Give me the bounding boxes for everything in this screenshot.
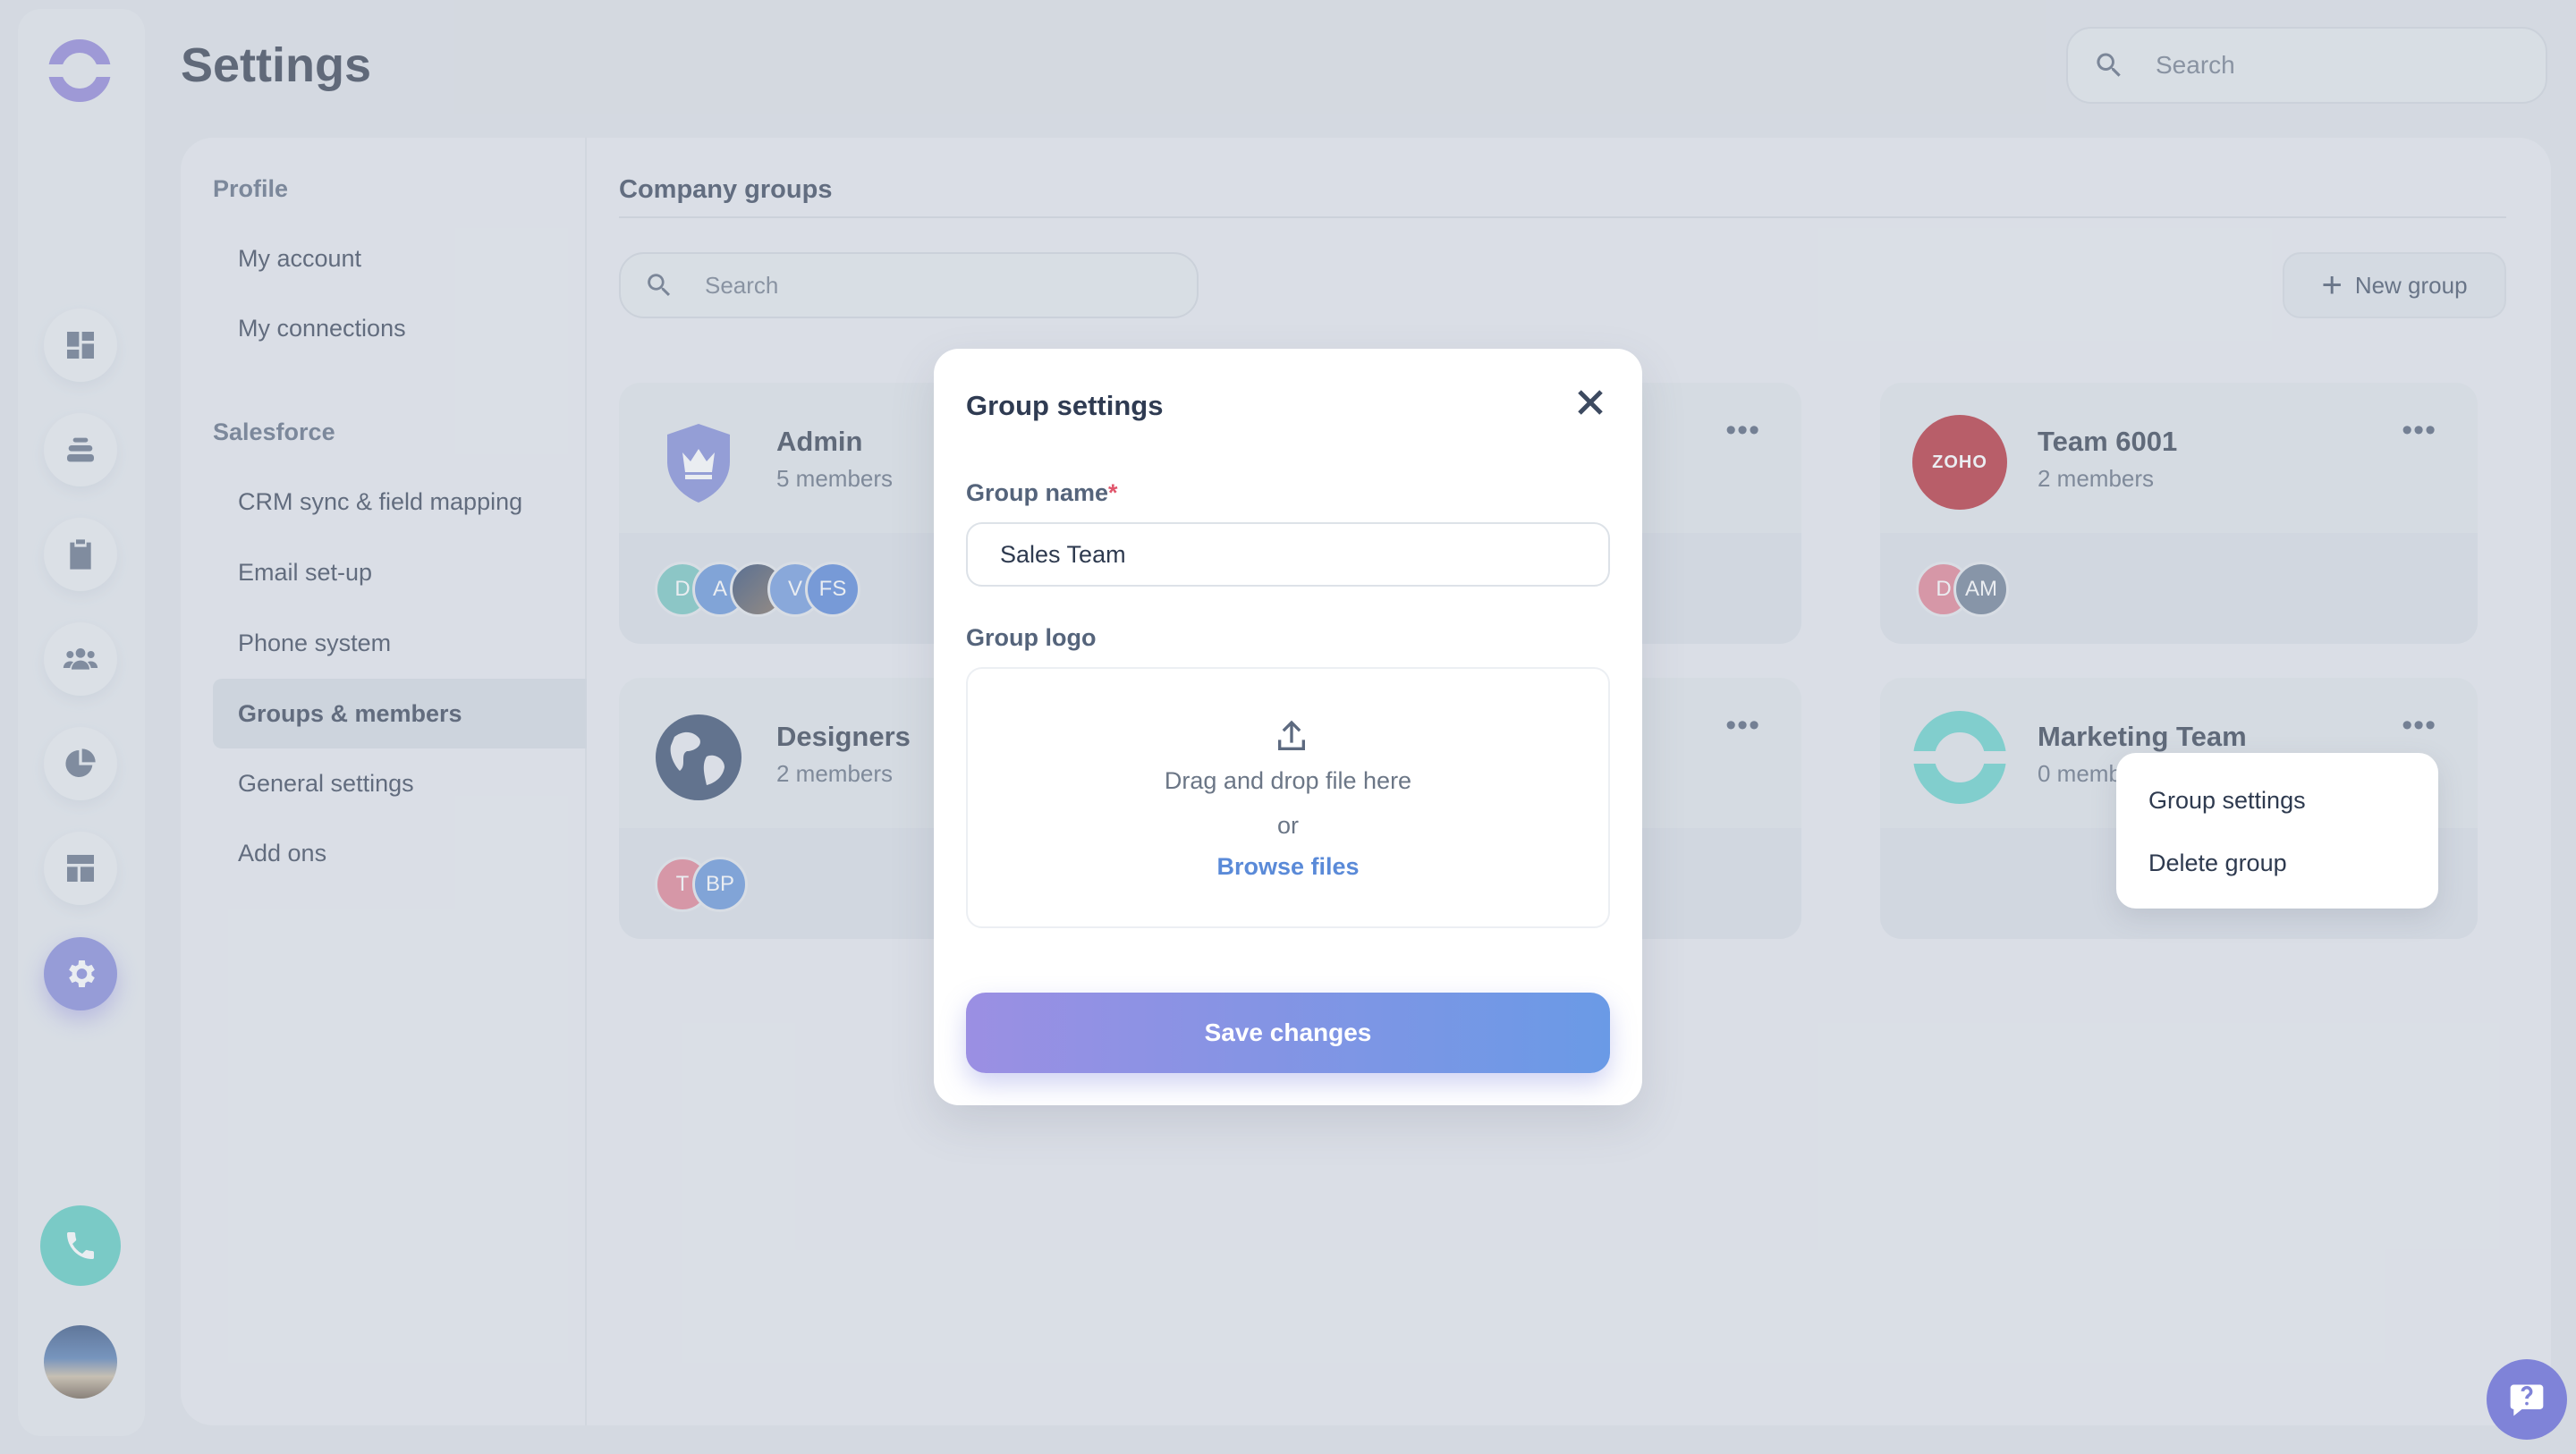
close-icon[interactable] <box>1572 385 1608 420</box>
group-logo-label: Group logo <box>966 624 1097 651</box>
browse-files-link[interactable]: Browse files <box>968 853 1608 881</box>
menu-item-group-settings[interactable]: Group settings <box>2148 787 2306 815</box>
help-chat-icon[interactable] <box>2487 1359 2567 1440</box>
drag-drop-text: Drag and drop file here <box>1164 767 1412 794</box>
group-settings-modal: Group settings Group name* Group logo Dr… <box>934 349 1642 1105</box>
logo-dropzone[interactable]: Drag and drop file here or Browse files <box>966 667 1610 928</box>
modal-title: Group settings <box>966 390 1164 421</box>
group-name-input[interactable] <box>966 522 1610 587</box>
required-mark: * <box>1108 479 1118 506</box>
or-text: or <box>1276 812 1299 839</box>
menu-item-delete-group[interactable]: Delete group <box>2148 850 2287 877</box>
group-context-menu: Group settings Delete group <box>2116 753 2438 909</box>
save-changes-button[interactable]: Save changes <box>966 993 1610 1073</box>
upload-icon <box>1278 720 1305 750</box>
group-name-label: Group name* <box>966 479 1118 507</box>
group-name-label-text: Group name <box>966 479 1109 506</box>
